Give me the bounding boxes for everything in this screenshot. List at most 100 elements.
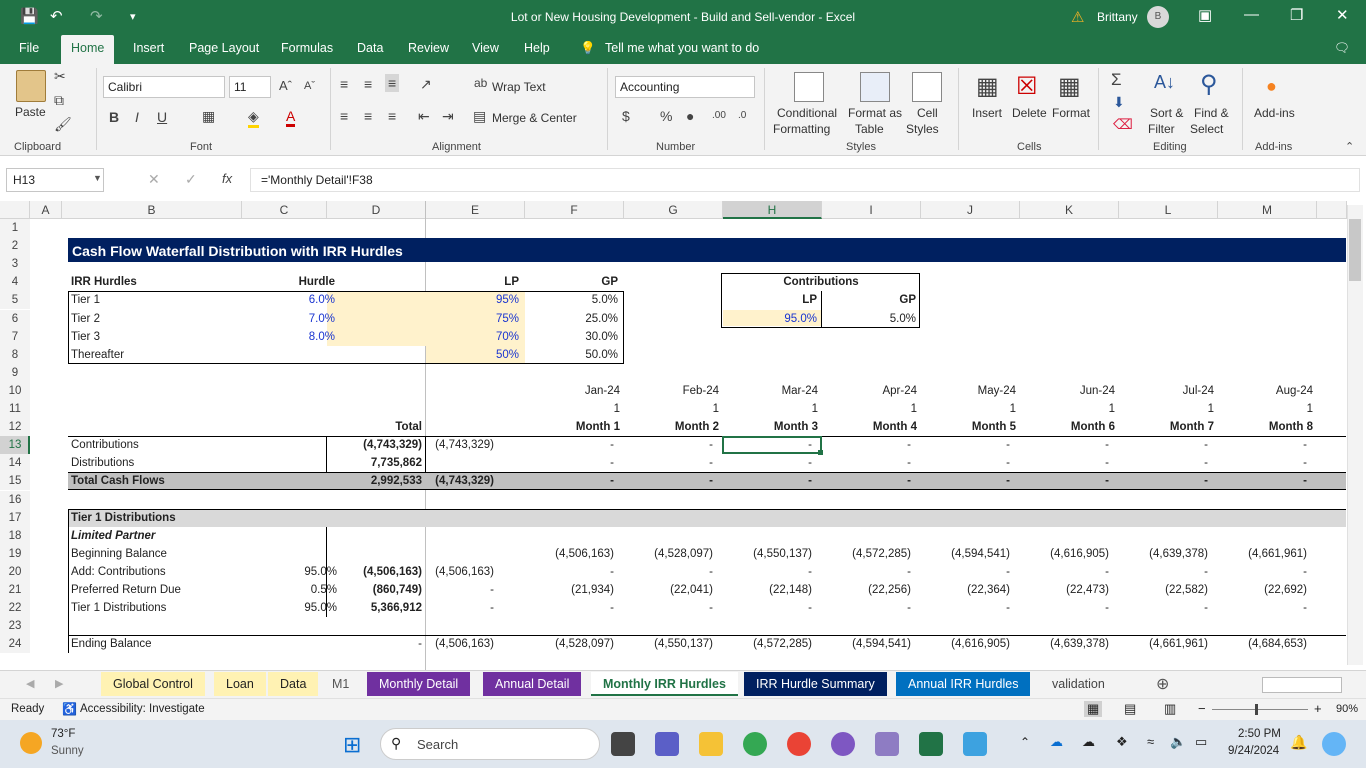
italic-icon[interactable]: I <box>135 109 139 125</box>
font-size-select[interactable]: 11 <box>229 76 271 98</box>
column-header[interactable]: C <box>242 201 327 219</box>
column-header[interactable]: A <box>30 201 62 219</box>
borders-icon[interactable]: ▦ <box>202 108 215 125</box>
row-header[interactable]: 6 <box>0 309 30 328</box>
tab-page-layout[interactable]: Page Layout <box>189 41 259 55</box>
column-header[interactable]: E <box>426 201 525 219</box>
row-header[interactable]: 18 <box>0 526 30 545</box>
number-format-select[interactable]: Accounting <box>615 76 755 98</box>
column-header[interactable]: L <box>1119 201 1218 219</box>
align-left-icon[interactable]: ≡ <box>340 108 348 124</box>
font-name-select[interactable]: Calibri <box>103 76 225 98</box>
teams-icon[interactable] <box>655 732 679 756</box>
task-view-icon[interactable] <box>611 732 635 756</box>
prev-sheet-icon[interactable]: ◀ <box>26 677 34 690</box>
row-header[interactable]: 15 <box>0 472 30 491</box>
row-header[interactable]: 12 <box>0 418 30 437</box>
sort-filter-button[interactable]: Sort & <box>1150 106 1183 120</box>
column-header[interactable]: G <box>624 201 723 219</box>
column-header[interactable]: B <box>62 201 242 219</box>
worksheet-grid[interactable]: A B C D E F G H I J K L M 1 2 3 4 5 6 7 8 9 10 11 12 13 14 15 16 17 18… <box>0 201 1366 670</box>
photos-icon[interactable] <box>963 732 987 756</box>
column-header[interactable]: M <box>1218 201 1317 219</box>
orientation-icon[interactable]: ↗ <box>420 76 432 93</box>
formula-input[interactable]: ='Monthly Detail'!F38 <box>250 168 1360 192</box>
row-header[interactable]: 20 <box>0 562 30 581</box>
next-sheet-icon[interactable]: ▶ <box>55 677 63 690</box>
column-header[interactable]: H <box>723 201 822 219</box>
windows-start-icon[interactable]: ⊞ <box>343 732 361 758</box>
column-header[interactable]: I <box>822 201 921 219</box>
underline-icon[interactable]: U <box>157 109 167 125</box>
sheet-tab[interactable]: Monthly Detail <box>367 672 471 696</box>
page-break-view-icon[interactable]: ▥ <box>1164 701 1176 717</box>
align-right-icon[interactable]: ≡ <box>388 108 396 124</box>
align-center-icon[interactable]: ≡ <box>364 108 372 124</box>
column-header[interactable]: K <box>1020 201 1119 219</box>
vertical-scroll-thumb[interactable] <box>1349 219 1361 281</box>
tray-overflow-icon[interactable]: ⌃ <box>1020 735 1030 749</box>
copilot-icon[interactable] <box>1322 732 1346 756</box>
column-header[interactable]: D <box>327 201 426 219</box>
column-header[interactable]: F <box>525 201 624 219</box>
horizontal-scrollbar[interactable] <box>1262 677 1342 693</box>
wrap-text-button[interactable]: Wrap Text <box>492 80 546 94</box>
conditional-formatting-button[interactable]: Conditional <box>777 106 837 120</box>
tab-data[interactable]: Data <box>357 41 383 55</box>
clear-icon[interactable]: ⌫ <box>1113 116 1133 133</box>
sheet-tab[interactable]: M1 <box>320 672 362 696</box>
sheet-tab[interactable]: Monthly IRR Hurdles <box>591 672 738 696</box>
close-icon[interactable]: ✕ <box>1336 6 1349 24</box>
row-header[interactable]: 24 <box>0 635 30 654</box>
decrease-decimal-icon[interactable]: .0 <box>738 110 746 121</box>
taskbar-search-box[interactable]: ⚲ Search <box>380 728 600 760</box>
increase-font-icon[interactable]: Aˆ <box>279 78 292 93</box>
excel-taskbar-icon[interactable] <box>919 732 943 756</box>
enter-icon[interactable]: ✓ <box>185 171 197 188</box>
active-cell-H13[interactable] <box>722 436 822 455</box>
weather-condition[interactable]: Sunny <box>51 745 84 757</box>
comments-icon[interactable]: 🗨 <box>1334 41 1350 56</box>
restore-icon[interactable]: ❐ <box>1290 6 1303 24</box>
zoom-slider[interactable] <box>1212 709 1308 710</box>
sheet-tab[interactable]: Annual IRR Hurdles <box>896 672 1031 696</box>
sheet-tab[interactable]: Data <box>268 672 319 696</box>
row-header[interactable]: 5 <box>0 291 30 310</box>
file-explorer-icon[interactable] <box>699 732 723 756</box>
chrome-icon[interactable] <box>743 732 767 756</box>
row-header[interactable]: 10 <box>0 381 30 400</box>
row-header[interactable]: 17 <box>0 508 30 527</box>
percent-icon[interactable]: % <box>660 108 672 124</box>
row-header[interactable]: 22 <box>0 599 30 618</box>
user-name[interactable]: Brittany <box>1097 10 1138 24</box>
tab-review[interactable]: Review <box>408 41 449 55</box>
snipping-tool-icon[interactable] <box>875 732 899 756</box>
align-top-icon[interactable]: ≡ <box>340 76 348 92</box>
zoom-in-icon[interactable]: + <box>1314 701 1322 716</box>
format-cells-button[interactable]: Format <box>1052 106 1090 120</box>
column-header[interactable]: J <box>921 201 1020 219</box>
fill-handle[interactable] <box>818 450 823 456</box>
app-circle-icon[interactable] <box>831 732 855 756</box>
tell-me-search[interactable]: Tell me what you want to do <box>605 41 759 55</box>
zoom-level[interactable]: 90% <box>1336 703 1358 715</box>
sheet-tab[interactable]: IRR Hurdle Summary <box>744 672 887 696</box>
row-header[interactable]: 14 <box>0 454 30 473</box>
page-layout-view-icon[interactable]: ▤ <box>1124 701 1136 717</box>
notification-bell-icon[interactable]: 🔔 <box>1290 734 1307 751</box>
decrease-indent-icon[interactable]: ⇤ <box>418 108 430 125</box>
delete-cells-button[interactable]: Delete <box>1012 106 1047 120</box>
warning-icon[interactable]: ⚠ <box>1071 8 1084 26</box>
cloud-icon[interactable]: ☁ <box>1082 734 1095 750</box>
dropbox-icon[interactable]: ❖ <box>1116 734 1128 750</box>
addins-button[interactable]: Add-ins <box>1254 106 1295 120</box>
insert-cells-button[interactable]: Insert <box>972 106 1002 120</box>
tab-file[interactable]: File <box>19 41 39 55</box>
copy-icon[interactable]: ⧉ <box>54 92 64 109</box>
autosum-icon[interactable]: Σ <box>1111 70 1122 90</box>
sheet-tab[interactable]: Loan <box>214 672 266 696</box>
row-header[interactable]: 3 <box>0 255 30 274</box>
format-painter-icon[interactable]: 🖌 <box>54 116 72 133</box>
tab-help[interactable]: Help <box>524 41 550 55</box>
fill-icon[interactable]: ⬇ <box>1113 94 1125 111</box>
